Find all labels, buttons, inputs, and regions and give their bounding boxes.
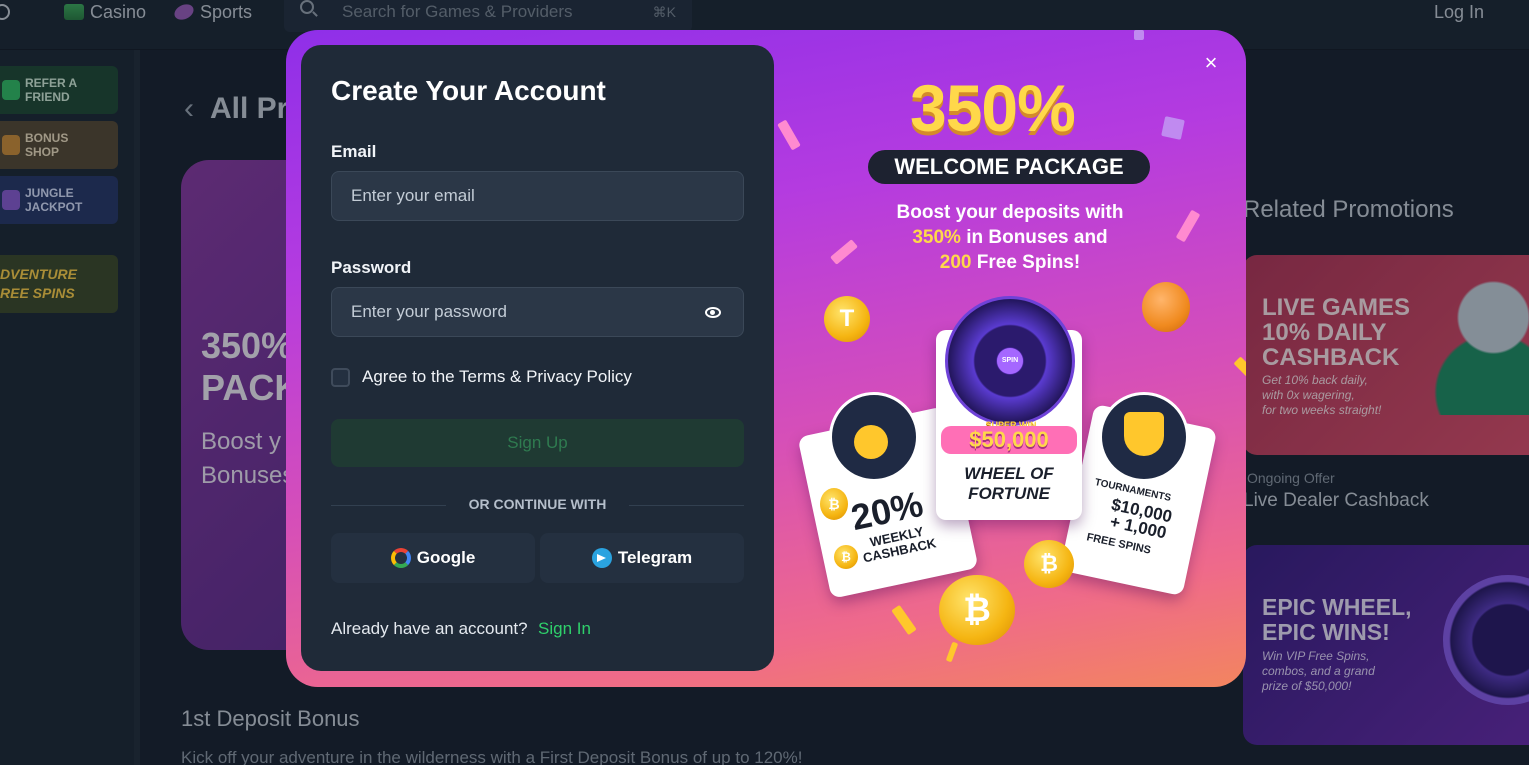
promo-desc-line: 350% in Bonuses and xyxy=(860,225,1160,250)
bitcoin-coin-icon: ₿ xyxy=(820,488,848,520)
divider: OR CONTINUE WITH xyxy=(331,496,744,512)
telegram-button[interactable]: Telegram xyxy=(540,533,744,583)
confetti-decoration xyxy=(830,239,858,265)
password-input[interactable] xyxy=(351,302,691,322)
bitcoin-coin-icon: ₿ xyxy=(834,545,858,569)
terms-checkbox-row[interactable]: Agree to the Terms & Privacy Policy xyxy=(331,367,632,387)
confetti-decoration xyxy=(777,119,801,151)
google-label: Google xyxy=(416,548,476,567)
promo-highlight: 200 xyxy=(939,252,972,273)
token-coin-icon xyxy=(1142,282,1190,332)
tether-coin-icon: T xyxy=(824,296,870,342)
wheel-spin-center: SPIN xyxy=(997,348,1023,374)
already-have-account: Already have an account? xyxy=(331,619,528,638)
email-input[interactable] xyxy=(351,186,691,206)
telegram-label: Telegram xyxy=(617,548,693,567)
confetti-decoration xyxy=(891,604,917,636)
superwin-amount: $50,000 xyxy=(941,426,1077,454)
confetti-decoration xyxy=(1233,356,1246,388)
confetti-decoration xyxy=(1175,209,1201,243)
signin-link[interactable]: Sign In xyxy=(538,619,591,639)
wheel-of-fortune-line: FORTUNE xyxy=(968,484,1050,503)
terms-label: Agree to the Terms & Privacy Policy xyxy=(362,367,632,386)
bitcoin-coin-icon: ₿ xyxy=(939,575,1015,645)
welcome-package-badge: WELCOME PACKAGE xyxy=(868,150,1150,184)
confetti-decoration xyxy=(1134,30,1144,40)
bitcoin-coin-icon: ₿ xyxy=(1024,540,1074,588)
coin-icon xyxy=(854,425,888,459)
password-field[interactable] xyxy=(331,287,744,337)
google-button[interactable]: Google xyxy=(331,533,535,583)
signup-modal: Create Your Account Email Password Agree… xyxy=(286,30,1246,687)
divider-label: OR CONTINUE WITH xyxy=(468,496,607,512)
signup-form: Create Your Account Email Password Agree… xyxy=(301,45,774,671)
promo-desc-text: in Bonuses and xyxy=(960,227,1108,248)
email-field[interactable] xyxy=(331,171,744,221)
eye-icon[interactable] xyxy=(705,307,721,318)
promo-description: Boost your deposits with 350% in Bonuses… xyxy=(860,200,1160,275)
close-icon[interactable]: × xyxy=(1202,52,1220,74)
google-icon xyxy=(390,548,411,568)
confetti-decoration xyxy=(1161,116,1185,140)
wheel-of-fortune-label: WHEEL OF FORTUNE xyxy=(936,464,1082,504)
promo-percent: 350% xyxy=(910,71,1076,145)
terms-checkbox[interactable] xyxy=(331,367,350,387)
form-title: Create Your Account xyxy=(331,75,606,106)
wheel-of-fortune-line: WHEEL OF xyxy=(964,464,1054,483)
promo-desc-line: 200 Free Spins! xyxy=(860,250,1160,275)
telegram-icon xyxy=(591,548,612,568)
signup-button[interactable]: Sign Up xyxy=(331,419,744,467)
promo-highlight: 350% xyxy=(912,227,961,248)
promo-desc-text: Free Spins! xyxy=(971,252,1081,273)
promo-desc-line: Boost your deposits with xyxy=(896,202,1124,223)
password-label: Password xyxy=(331,258,412,277)
email-label: Email xyxy=(331,142,377,161)
trophy-icon xyxy=(1124,412,1164,456)
